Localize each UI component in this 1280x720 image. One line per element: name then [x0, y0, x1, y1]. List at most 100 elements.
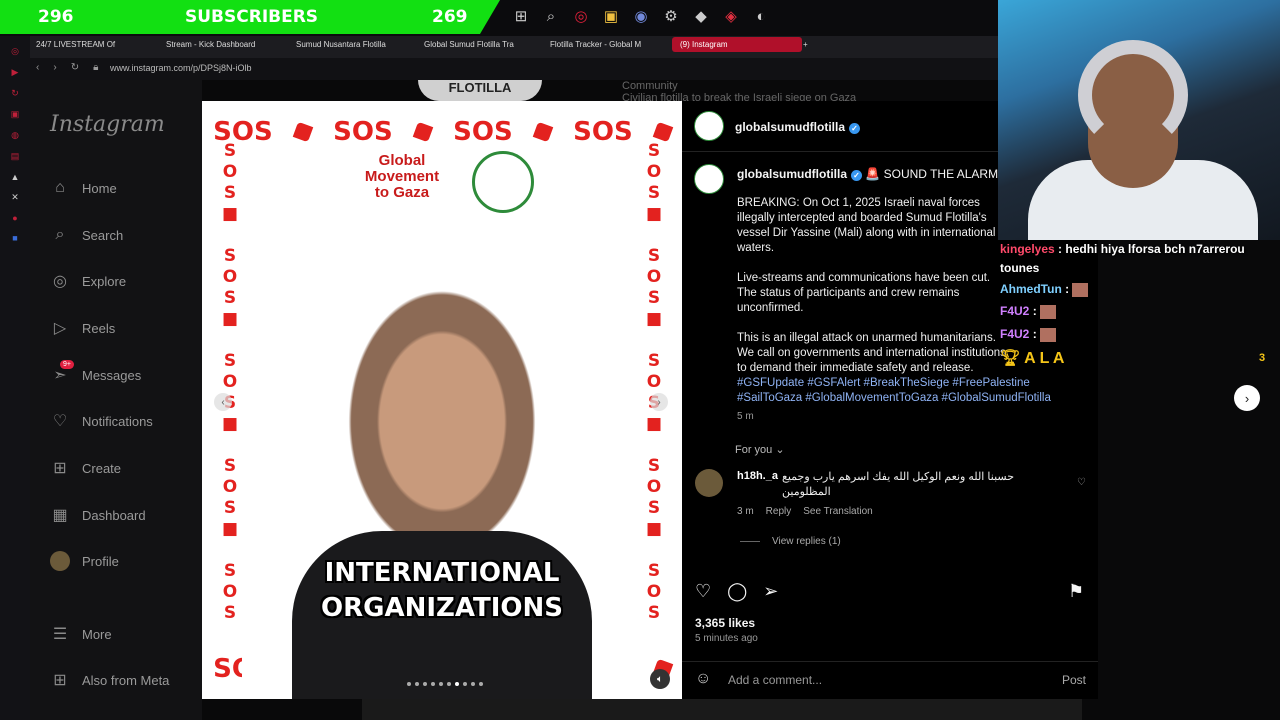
windows-icon[interactable]: ⊞	[510, 5, 532, 27]
nav-buttons: ‹ › ↻ 🔒︎	[36, 62, 98, 73]
location-icon[interactable]: ◈	[720, 5, 742, 27]
plus-square-icon: ⊞	[53, 460, 67, 477]
nav-reels[interactable]: ▷ Reels	[50, 318, 115, 338]
search-icon: ⌕	[55, 226, 65, 243]
music-icon[interactable]: ●	[0, 213, 30, 223]
sos-row-top: SOS SOS SOS SOS	[202, 117, 682, 147]
messages-badge: 9+	[60, 360, 74, 369]
post-timestamp: 5 minutes ago	[695, 633, 758, 644]
opera-icon[interactable]: ◎	[570, 5, 592, 27]
discord-icon[interactable]: ◉	[630, 5, 652, 27]
reels-icon: ▷	[53, 320, 67, 337]
chat-message: AhmedTun :	[1000, 282, 1089, 297]
post-hashtags[interactable]: #GSFUpdate #GSFAlert #BreakTheSiege #Fre…	[737, 376, 1067, 406]
url-text[interactable]: www.instagram.com/p/DPSj8N-iOlb	[110, 63, 252, 73]
address-bar: ‹ › ↻ 🔒︎ www.instagram.com/p/DPSj8N-iOlb	[0, 58, 1000, 80]
taskbar-icons: ⊞ ⌕ ◎ ▣ ◉ ⚙ ◆ ◈ ◐	[510, 5, 772, 27]
nav-explore[interactable]: ◎ Explore	[50, 271, 126, 291]
news-icon[interactable]: ▤	[0, 151, 30, 162]
new-tab-icon[interactable]: +	[803, 40, 808, 49]
comment-input[interactable]: Add a comment...	[728, 673, 822, 687]
vpn-icon[interactable]: ■	[0, 233, 30, 243]
webcam-headphones	[1078, 40, 1188, 150]
chat-icon[interactable]: ◍	[0, 130, 30, 141]
view-replies-button[interactable]: View replies (1)	[740, 536, 841, 547]
chat-message: F4U2 :	[1000, 304, 1057, 319]
carousel-dots	[407, 682, 483, 686]
steam-icon[interactable]: ⚙	[660, 5, 682, 27]
nav-more[interactable]: ☰ More	[50, 624, 112, 644]
background-flotilla-badge: FLOTILLA	[418, 80, 542, 101]
media-caption: INTERNATIONAL ORGANIZATIONS	[321, 558, 563, 623]
sub-count-right: 269	[432, 7, 468, 27]
opera-icon[interactable]: ◎	[0, 46, 30, 57]
youtube-icon[interactable]: ▶	[0, 67, 30, 78]
next-post-icon[interactable]: ›	[1234, 385, 1260, 411]
like-icon[interactable]: ♡	[695, 581, 711, 602]
tab-instagram[interactable]: (9) Instagram	[672, 37, 802, 52]
emote-icon	[1040, 327, 1057, 342]
folder-icon[interactable]: ▣	[600, 5, 622, 27]
instagram-logo[interactable]: Instagram	[50, 112, 165, 137]
nav-notifications[interactable]: ♡ Notifications	[50, 411, 153, 431]
nav-search[interactable]: ⌕ Search	[50, 225, 124, 245]
forward-icon[interactable]: ›	[53, 62, 56, 73]
see-translation-button[interactable]: See Translation	[803, 506, 873, 517]
compass-icon: ◎	[53, 273, 67, 290]
commenter-username[interactable]: h18h._a	[737, 470, 778, 482]
subscriber-bar: 296 SUBSCRIBERS 269	[0, 0, 500, 34]
post-comment-button[interactable]: Post	[1062, 673, 1086, 687]
author-username[interactable]: globalsumudflotilla ✓	[735, 120, 860, 134]
share-icon[interactable]: ➢	[763, 581, 778, 602]
meta-grid-icon: ⊞	[53, 672, 67, 689]
tab-flotilla-tracker-1[interactable]: Global Sumud Flotilla Tra	[424, 40, 514, 49]
gaza-emblem-logo	[472, 151, 534, 213]
nav-dashboard[interactable]: ▦ Dashboard	[50, 505, 145, 525]
tab-sumud-nusantara[interactable]: Sumud Nusantara Flotilla	[296, 40, 386, 49]
add-comment-bar: ☺ Add a comment... Post	[682, 661, 1098, 699]
reload-icon[interactable]: ↻	[71, 62, 79, 73]
tab-bar: 24/7 LIVESTREAM Of Stream - Kick Dashboa…	[0, 36, 1000, 58]
twitch-icon[interactable]: ▣	[0, 109, 30, 120]
back-icon[interactable]: ‹	[36, 62, 39, 73]
tab-flotilla-tracker-2[interactable]: Flotilla Tracker - Global M	[550, 40, 641, 49]
lock-icon: 🔒︎	[93, 62, 99, 73]
chat-message: 🏆︎ A L A	[1000, 350, 1065, 367]
emoji-icon[interactable]: ☺	[695, 670, 711, 688]
app-icon[interactable]: ◆	[690, 5, 712, 27]
search-icon[interactable]: ⌕	[540, 5, 562, 27]
carousel-next-icon[interactable]: ›	[650, 393, 668, 411]
chevron-down-icon: ⌄	[775, 444, 785, 456]
tab-livestream[interactable]: 24/7 LIVESTREAM Of	[36, 40, 115, 49]
opera-sidebar: ◎ ▶ ↻ ▣ ◍ ▤ ▲ ✕ ● ■	[0, 36, 30, 720]
post-media[interactable]: SOSSOSSOSSOS SOSSOSSOSSOS SOS■SOS■SOS■SO…	[202, 101, 682, 699]
kick-icon[interactable]: ▲	[0, 172, 30, 182]
post-age: 5 m	[737, 411, 754, 422]
comment-like-icon[interactable]: ♡	[1077, 477, 1086, 488]
nav-also-from-meta[interactable]: ⊞ Also from Meta	[50, 670, 169, 690]
x-icon[interactable]: ✕	[0, 192, 30, 203]
nav-create[interactable]: ⊞ Create	[50, 458, 121, 478]
comment-text: حسبنا الله ونعم الوكيل الله يفك اسرهم يا…	[782, 471, 1015, 498]
author-avatar[interactable]	[694, 111, 724, 141]
caption-avatar[interactable]	[694, 164, 724, 194]
chat-counter: 3	[1259, 352, 1266, 364]
nav-profile[interactable]: Profile	[50, 551, 119, 571]
emote-icon	[1072, 282, 1089, 297]
chat-message: kingelyes : hedhi hiya lforsa bch n7arre…	[1000, 242, 1245, 275]
nav-home[interactable]: ⌂ Home	[50, 178, 117, 198]
comment-icon[interactable]: ◯	[727, 581, 747, 602]
bookmark-icon[interactable]: ⚑	[1068, 581, 1084, 602]
chart-icon: ▦	[52, 507, 68, 524]
comments-sort[interactable]: For you ⌄	[735, 443, 785, 456]
tab-kick[interactable]: Stream - Kick Dashboard	[166, 40, 255, 49]
carousel-prev-icon[interactable]: ‹	[214, 393, 232, 411]
likes-count[interactable]: 3,365 likes	[695, 616, 755, 630]
reload-icon[interactable]: ↻	[0, 88, 30, 99]
reply-button[interactable]: Reply	[766, 506, 792, 517]
commenter-avatar[interactable]	[695, 469, 723, 497]
chat-message: F4U2 :	[1000, 327, 1057, 342]
chrome-icon[interactable]: ◐	[750, 5, 772, 27]
mute-icon[interactable]: 🔈︎	[650, 669, 670, 689]
stream-chat: kingelyes : hedhi hiya lforsa bch n7arre…	[998, 238, 1280, 378]
